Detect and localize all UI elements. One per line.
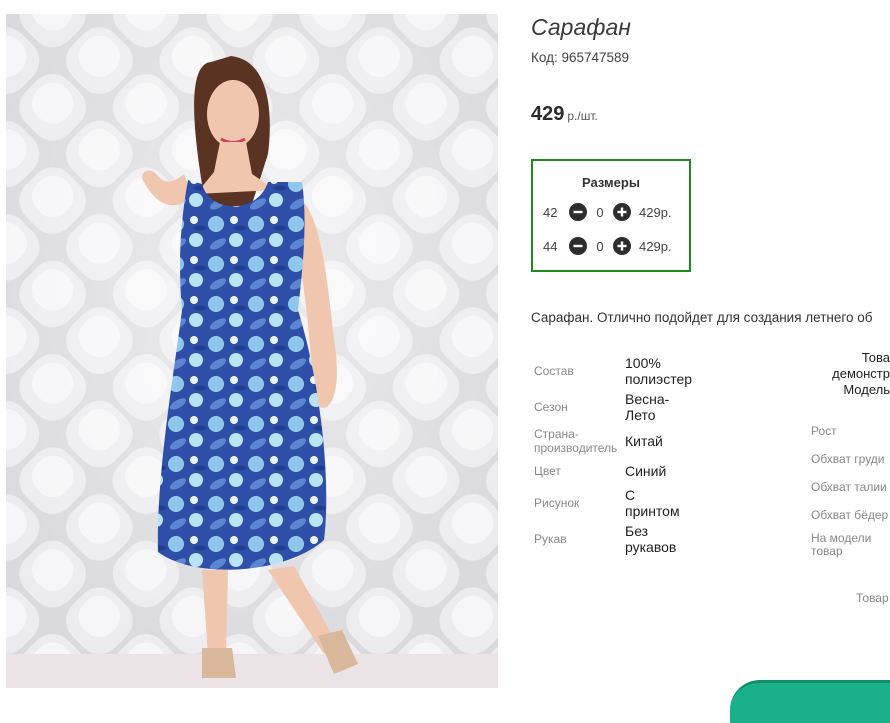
measurement-label: Обхват груди (811, 452, 885, 466)
measurement-label: На модели товар (811, 531, 872, 558)
size-label: 42 (543, 204, 558, 220)
product-code: Код: 965747589 (531, 50, 630, 65)
quantity-value[interactable]: 0 (587, 239, 613, 254)
spec-value: Китай (625, 433, 663, 449)
price: 429 р./шт. (531, 103, 598, 126)
measurement-label: Обхват талии (811, 480, 887, 494)
spec-value: Синий (625, 463, 667, 479)
price-value: 429 (531, 103, 565, 125)
increase-quantity-button[interactable] (613, 203, 631, 221)
floating-tab[interactable] (730, 680, 890, 723)
plus-icon (617, 241, 627, 251)
spec-label: Состав (534, 364, 574, 378)
spec-value: 100% полиэстер (625, 355, 693, 387)
plus-icon (617, 207, 627, 217)
size-row: 42 0 429р. (543, 202, 672, 222)
spec-label: Рисунок (534, 496, 580, 510)
sizes-title: Размеры (582, 175, 640, 190)
product-description: Сарафан. Отлично подойдет для создания л… (531, 310, 873, 325)
product-photo[interactable] (6, 14, 498, 688)
price-unit: р./шт. (567, 109, 598, 123)
spec-label: Страна- производитель (534, 427, 618, 455)
decrease-quantity-button[interactable] (569, 237, 587, 255)
spec-value: Весна- Лето (625, 391, 670, 423)
size-label: 44 (543, 238, 558, 254)
measurement-label: Рост (811, 424, 837, 438)
spec-label: Сезон (534, 400, 568, 414)
spec-value: Без рукавов (625, 523, 677, 555)
spec-label: Цвет (534, 464, 561, 478)
size-price: 429р. (639, 204, 672, 220)
minus-icon (573, 244, 583, 248)
minus-icon (573, 210, 583, 214)
sizes-panel: Размеры 42 0 429р. 44 0 429р. (531, 159, 691, 272)
size-price: 429р. (639, 238, 672, 254)
quantity-value[interactable]: 0 (587, 205, 613, 220)
spec-value: С принтом (625, 487, 680, 519)
model-note: Това демонстр Модель (832, 350, 890, 397)
bottom-note: Товар (856, 591, 889, 605)
product-title: Сарафан (531, 14, 631, 40)
increase-quantity-button[interactable] (613, 237, 631, 255)
spec-label: Рукав (534, 532, 567, 546)
decrease-quantity-button[interactable] (569, 203, 587, 221)
size-row: 44 0 429р. (543, 236, 672, 256)
measurement-label: Обхват бёдер (811, 508, 889, 522)
